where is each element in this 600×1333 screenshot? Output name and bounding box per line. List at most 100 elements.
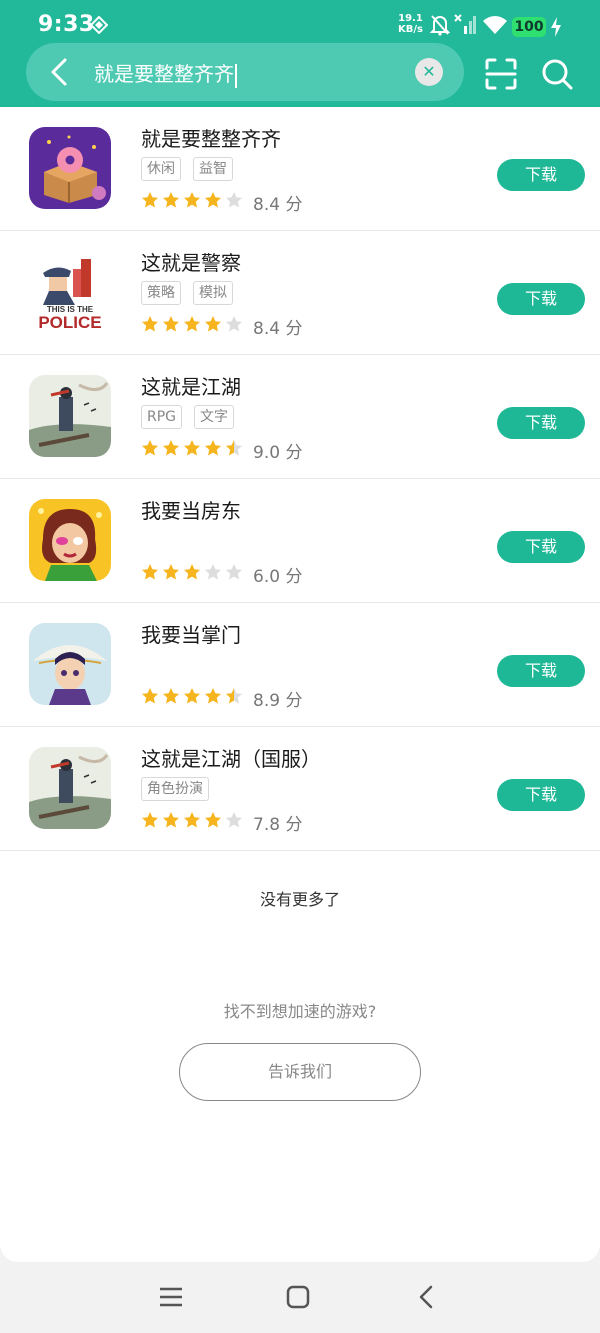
- vpn-diamond-icon: [90, 16, 108, 34]
- star-icon: [184, 440, 200, 456]
- sect-master-game-icon: [29, 623, 111, 705]
- star-icon: [163, 564, 179, 580]
- scan-icon[interactable]: [484, 57, 518, 91]
- search-icon[interactable]: [540, 57, 574, 91]
- app-row[interactable]: 我要当房东 6.0 分 下载: [0, 479, 600, 603]
- app-tags: 休闲 益智: [141, 157, 233, 181]
- star-icon: [142, 316, 158, 332]
- star-rating: [141, 687, 243, 705]
- star-icon: [142, 812, 158, 828]
- app-tags: 角色扮演: [141, 777, 209, 801]
- tag: 角色扮演: [141, 777, 209, 801]
- search-input[interactable]: 就是要整整齐齐: [94, 58, 237, 88]
- landlord-game-icon: [29, 499, 111, 581]
- jianghu-game-icon: [29, 375, 111, 457]
- star-icon: [226, 564, 242, 580]
- star-icon: [205, 316, 221, 332]
- star-icon: [142, 564, 158, 580]
- star-icon: [184, 316, 200, 332]
- app-name: 我要当掌门: [141, 623, 241, 647]
- star-icon: [163, 316, 179, 332]
- app-name: 这就是江湖（国服）: [141, 747, 321, 771]
- tag: RPG: [141, 405, 183, 429]
- status-time: 9:33: [38, 12, 95, 37]
- download-button[interactable]: 下载: [497, 159, 585, 191]
- icon-text: POLICE: [38, 313, 101, 332]
- app-name: 就是要整整齐齐: [141, 127, 281, 151]
- star-rating: [141, 563, 243, 581]
- star-icon: [205, 812, 221, 828]
- star-rating: [141, 811, 243, 829]
- app-name: 这就是江湖: [141, 375, 241, 399]
- app-row[interactable]: 我要当掌门 8.9 分 下载: [0, 603, 600, 727]
- download-button[interactable]: 下载: [497, 407, 585, 439]
- star-icon: [205, 688, 221, 704]
- app-score: 8.9 分: [253, 691, 303, 711]
- star-icon: [184, 564, 200, 580]
- star-icon: [142, 440, 158, 456]
- app-row[interactable]: 就是要整整齐齐 休闲 益智 8.4 分 下载: [0, 107, 600, 231]
- app-score: 9.0 分: [253, 443, 303, 463]
- app-row[interactable]: 这就是江湖 RPG 文字 9.0 分 下载: [0, 355, 600, 479]
- wifi-icon: [483, 16, 507, 34]
- no-more-text: 没有更多了: [259, 890, 340, 909]
- download-button[interactable]: 下载: [497, 779, 585, 811]
- star-icon: [184, 192, 200, 208]
- star-icon: [163, 812, 179, 828]
- back-icon[interactable]: [411, 1282, 441, 1312]
- system-nav-bar: [0, 1262, 600, 1333]
- app-name: 我要当房东: [141, 499, 241, 523]
- star-icon: [226, 192, 242, 208]
- app-row[interactable]: 这就是江湖（国服） 角色扮演 7.8 分 下载: [0, 727, 600, 851]
- download-button[interactable]: 下载: [497, 283, 585, 315]
- tell-us-button[interactable]: 告诉我们: [179, 1043, 421, 1101]
- app-tags: 策略 模拟: [141, 281, 233, 305]
- star-icon: [142, 192, 158, 208]
- star-icon: [226, 812, 242, 828]
- app-score: 8.4 分: [253, 195, 303, 215]
- star-icon: [163, 688, 179, 704]
- charging-icon: [551, 17, 561, 37]
- app-row[interactable]: THIS IS THE POLICE 这就是警察 策略 模拟 8.4 分 下载: [0, 231, 600, 355]
- status-bar: 9:33 19.1 KB/s 100: [0, 0, 600, 40]
- police-game-icon: THIS IS THE POLICE: [29, 251, 111, 333]
- tag: 文字: [194, 405, 235, 429]
- download-button[interactable]: 下载: [497, 531, 585, 563]
- app-name: 这就是警察: [141, 251, 241, 275]
- star-icon: [163, 440, 179, 456]
- net-speed: 19.1 KB/s: [398, 13, 423, 35]
- tag: 策略: [141, 281, 181, 305]
- jianghu-cn-game-icon: [29, 747, 111, 829]
- star-rating: [141, 315, 243, 333]
- donut-box-game-icon: [29, 127, 111, 209]
- search-bar[interactable]: 就是要整整齐齐 ✕: [26, 43, 464, 101]
- star-rating: [141, 191, 243, 209]
- bell-off-icon: [430, 15, 450, 36]
- app-score: 8.4 分: [253, 319, 303, 339]
- star-icon: [205, 440, 221, 456]
- star-icon: [205, 564, 221, 580]
- cant-find-text: 找不到想加速的游戏?: [223, 1002, 377, 1021]
- star-icon: [163, 192, 179, 208]
- app-tags: RPG 文字: [141, 405, 235, 429]
- star-icon: [184, 812, 200, 828]
- star-icon: [226, 316, 242, 332]
- clear-search-icon[interactable]: ✕: [415, 58, 443, 86]
- star-icon: [142, 688, 158, 704]
- star-icon: [226, 688, 242, 704]
- app-score: 6.0 分: [253, 567, 303, 587]
- home-icon[interactable]: [283, 1282, 313, 1312]
- star-rating: [141, 439, 243, 457]
- signal-icon: [454, 14, 476, 34]
- star-icon: [184, 688, 200, 704]
- tag: 模拟: [193, 281, 233, 305]
- tag: 益智: [193, 157, 233, 181]
- menu-icon[interactable]: [156, 1282, 186, 1312]
- search-results: 就是要整整齐齐 休闲 益智 8.4 分 下载 THIS IS THE POLIC…: [0, 107, 600, 1262]
- star-icon: [205, 192, 221, 208]
- tag: 休闲: [141, 157, 181, 181]
- app-score: 7.8 分: [253, 815, 303, 835]
- back-arrow-icon[interactable]: [42, 54, 78, 90]
- star-icon: [226, 440, 242, 456]
- download-button[interactable]: 下载: [497, 655, 585, 687]
